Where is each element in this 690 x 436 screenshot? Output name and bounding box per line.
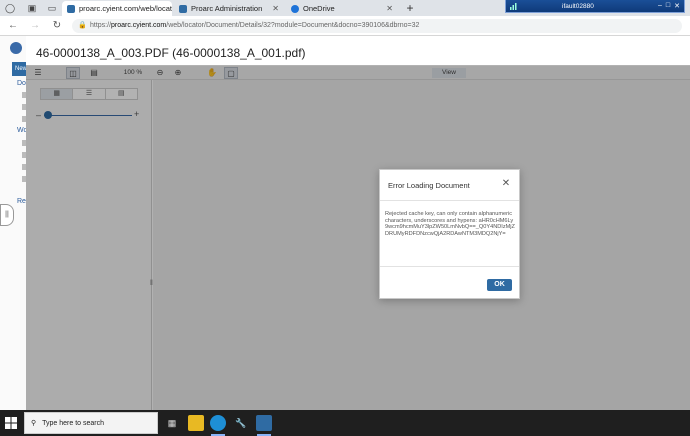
proarc-favicon <box>67 4 75 13</box>
tab-title: OneDrive <box>303 4 335 13</box>
dialog-close-icon[interactable]: ✕ <box>500 178 512 190</box>
restore-icon[interactable]: □ <box>666 2 670 10</box>
dialog-message: Rejected cache key, can only contain alp… <box>385 211 515 237</box>
url-scheme: https:// <box>90 22 112 29</box>
ok-button[interactable]: OK <box>487 279 512 291</box>
minimize-icon[interactable]: – <box>658 2 662 10</box>
tab-actions-icon[interactable]: ▭ <box>46 2 58 14</box>
new-tab-button[interactable]: + <box>404 1 416 15</box>
edge-icon[interactable] <box>210 415 226 431</box>
browser-address-bar: ← → ↻ 🔒 https://proarc.cyient.com/web/lo… <box>0 16 690 36</box>
tab-title: Proarc Administration <box>191 4 263 13</box>
lock-icon: 🔒 <box>78 22 87 29</box>
close-tab-icon[interactable]: ✕ <box>386 4 393 13</box>
new-button[interactable]: New <box>12 62 27 76</box>
signal-icon <box>510 3 517 10</box>
windows-start-icon[interactable] <box>2 414 20 432</box>
proarc-app: New Doc Wo Re || 46-0000138_A_003.PDF (4… <box>0 36 690 410</box>
nav-reports[interactable]: Re <box>17 198 26 205</box>
reload-icon[interactable]: ↻ <box>50 19 64 33</box>
windows-taskbar: ⚲ Type here to search ▦ 🔧 <box>0 410 690 436</box>
proarc-favicon <box>179 4 187 13</box>
browser-tab-strip: ◯ ▣ ▭ proarc.cyient.com/web/locator/D ✕ … <box>0 0 690 16</box>
file-explorer-icon[interactable] <box>188 415 204 431</box>
url-input[interactable]: 🔒 https://proarc.cyient.com/web/locator/… <box>72 19 682 33</box>
forward-arrow-icon[interactable]: → <box>28 19 42 33</box>
search-placeholder: Type here to search <box>42 419 105 427</box>
task-view-icon[interactable]: ▦ <box>164 415 180 431</box>
tab-onedrive[interactable]: OneDrive ✕ <box>286 1 398 16</box>
search-icon: ⚲ <box>31 420 37 427</box>
tab-proarc-locator[interactable]: proarc.cyient.com/web/locator/D ✕ <box>62 1 172 16</box>
error-dialog: Error Loading Document ✕ Rejected cache … <box>379 169 520 299</box>
dialog-footer: OK <box>380 266 519 299</box>
workspaces-icon[interactable]: ▣ <box>26 2 38 14</box>
dialog-title: Error Loading Document <box>388 181 470 190</box>
dialog-header: Error Loading Document ✕ <box>380 170 519 201</box>
tab-proarc-administration[interactable]: Proarc Administration ✕ <box>174 1 284 16</box>
url-path: /web/locator/Document/Details/32?module=… <box>166 22 420 29</box>
app-navigation-strip: New Doc Wo Re || <box>0 36 29 410</box>
close-icon[interactable]: ✕ <box>674 2 680 10</box>
proarc-app-icon[interactable] <box>256 415 272 431</box>
back-arrow-icon[interactable]: ← <box>6 19 20 33</box>
document-title: 46-0000138_A_003.PDF (46-0000138_A_001.p… <box>36 46 306 60</box>
url-host: proarc.cyient.com <box>111 22 167 29</box>
remote-user-name: ifault02880 <box>562 2 594 10</box>
tools-icon[interactable]: 🔧 <box>233 415 249 431</box>
onedrive-cloud-icon <box>291 4 299 13</box>
profile-icon[interactable]: ◯ <box>4 2 16 14</box>
panel-toggle-handle[interactable]: || <box>0 204 14 226</box>
proarc-logo <box>10 42 22 54</box>
tab-title: proarc.cyient.com/web/locator/D <box>79 4 172 13</box>
taskbar-search-input[interactable]: ⚲ Type here to search <box>24 412 158 434</box>
remote-session-bar: ifault02880 – □ ✕ <box>505 0 685 13</box>
close-tab-icon[interactable]: ✕ <box>272 4 279 13</box>
modal-backdrop <box>26 65 690 410</box>
